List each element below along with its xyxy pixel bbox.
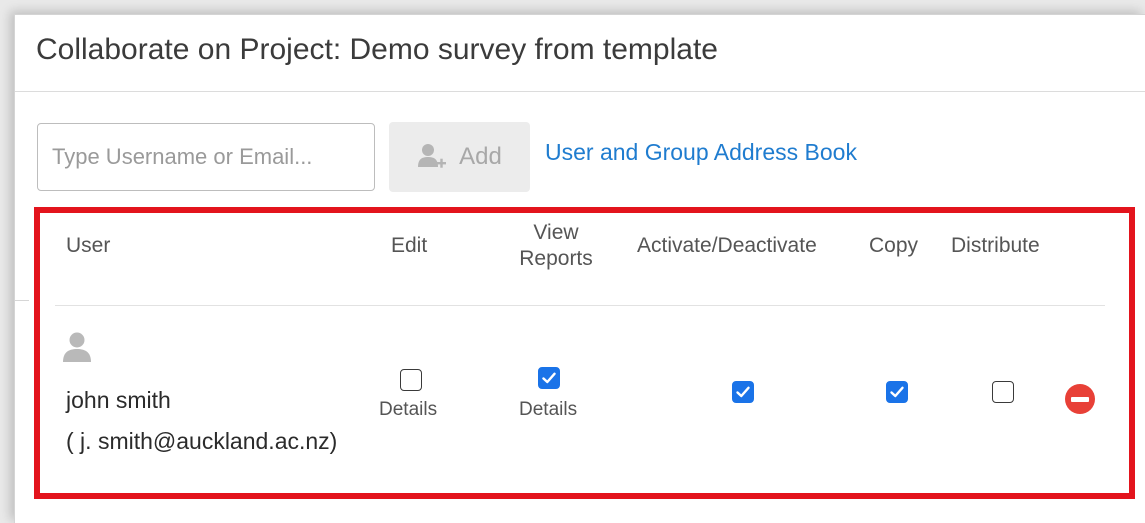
add-user-icon bbox=[417, 143, 447, 171]
title-divider bbox=[15, 91, 1145, 92]
add-user-button[interactable]: Add bbox=[389, 122, 530, 192]
username-email-input[interactable] bbox=[37, 123, 375, 191]
collaborate-dialog: Collaborate on Project: Demo survey from… bbox=[14, 14, 1145, 523]
add-button-label: Add bbox=[459, 143, 502, 170]
dialog-title: Collaborate on Project: Demo survey from… bbox=[36, 33, 718, 66]
panel-divider bbox=[15, 300, 29, 301]
highlight-box bbox=[34, 207, 1135, 499]
address-book-link[interactable]: User and Group Address Book bbox=[545, 139, 857, 166]
